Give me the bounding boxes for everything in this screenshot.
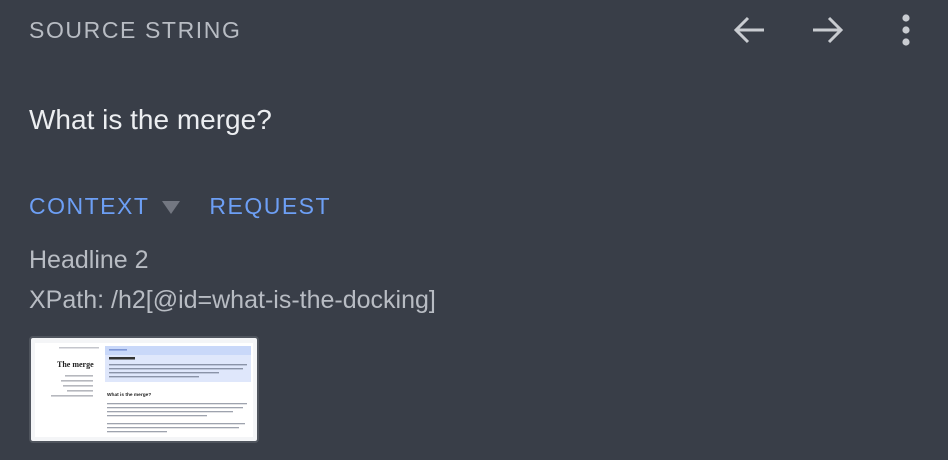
thumbnail-page: The merge What is the merge? xyxy=(35,343,253,437)
detail-tabs: CONTEXT REQUEST xyxy=(29,191,331,221)
panel-title: SOURCE STRING xyxy=(29,17,242,43)
source-string-panel: SOURCE STRING What is the merge? CONTEXT… xyxy=(0,0,948,460)
more-options-button[interactable] xyxy=(884,8,928,52)
previous-button[interactable] xyxy=(728,8,772,52)
source-string-text: What is the merge? xyxy=(29,104,272,135)
context-screenshot-thumbnail[interactable]: The merge What is the merge? xyxy=(29,336,259,443)
context-xpath: XPath: /h2[@id=what-is-the-docking] xyxy=(29,286,436,314)
thumbnail-title: The merge xyxy=(57,360,94,369)
arrow-left-icon xyxy=(733,16,764,44)
context-element-type: Headline 2 xyxy=(29,246,149,274)
arrow-right-icon xyxy=(813,16,844,44)
next-button[interactable] xyxy=(805,8,849,52)
thumbnail-page-preview: The merge What is the merge? xyxy=(51,346,251,433)
tab-request[interactable]: REQUEST xyxy=(209,191,331,221)
tab-context[interactable]: CONTEXT xyxy=(29,191,149,221)
more-vert-icon xyxy=(902,14,910,46)
thumbnail-heading: What is the merge? xyxy=(107,392,151,398)
caret-down-icon[interactable] xyxy=(162,201,181,214)
